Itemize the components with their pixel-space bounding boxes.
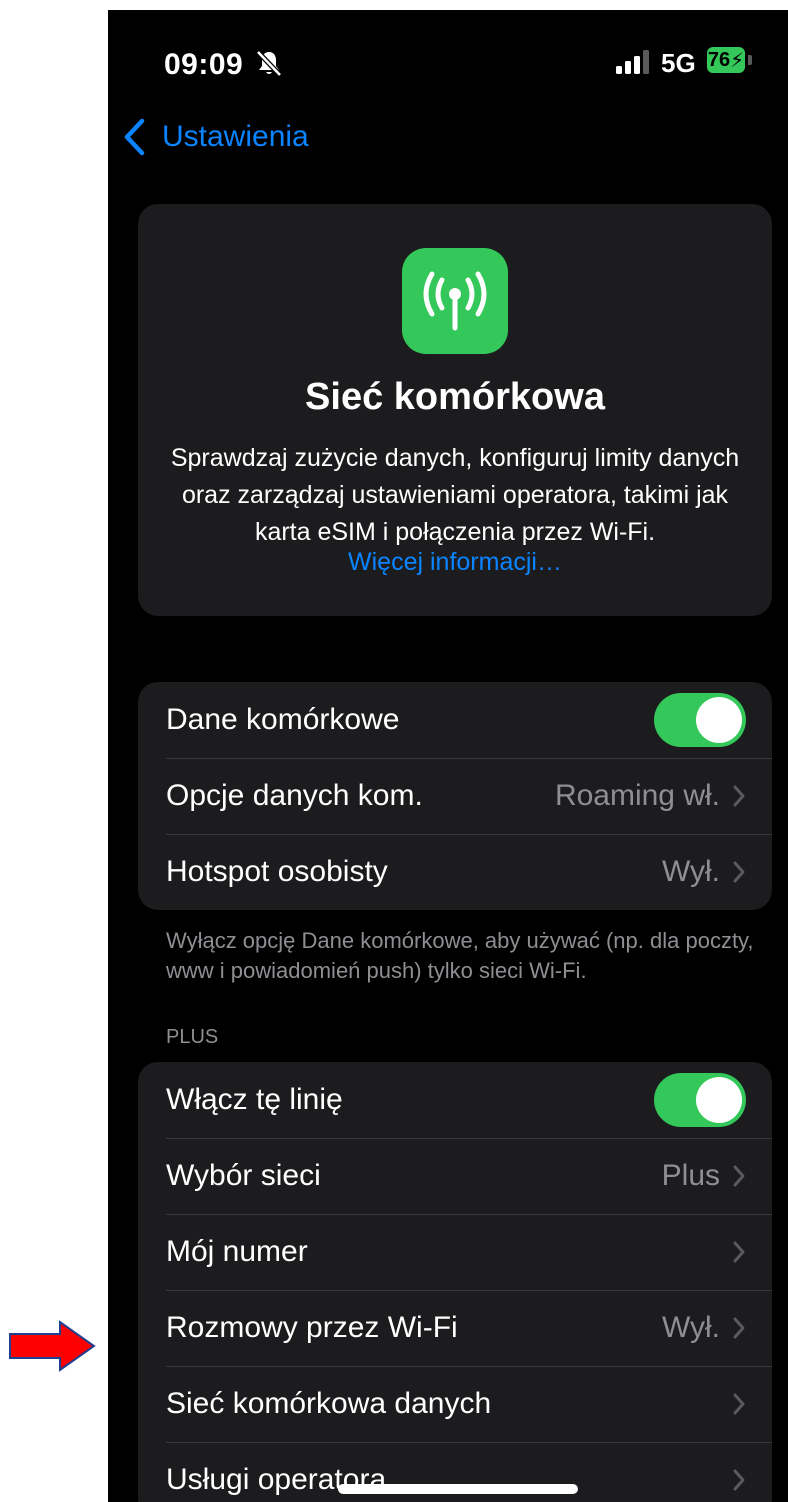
row-value: Roaming wł. [554,779,720,812]
cellular-data-group: Dane komórkowe Opcje danych kom. Roaming… [138,682,772,910]
row-value: Wył. [661,1311,720,1344]
battery-tip [748,55,752,65]
back-button[interactable]: Ustawienia [122,118,309,156]
row-cellular-data-network[interactable]: Sieć komórkowa danych [138,1366,772,1442]
row-label: Wybór sieci [166,1159,321,1192]
status-time: 09:09 [164,48,244,81]
red-arrow-icon [9,1320,96,1372]
toggle-knob [696,1077,742,1123]
row-network-selection[interactable]: Wybór sieci Plus [138,1138,772,1214]
page-title: Sieć komórkowa [305,376,605,418]
signal-bars-icon [616,50,649,74]
row-label: Dane komórkowe [166,703,400,736]
chevron-right-icon [733,1317,745,1339]
more-info-link[interactable]: Więcej informacji… [138,548,772,577]
battery-charging-icon: 76 ⚡ [707,47,745,73]
row-label: Hotspot osobisty [166,855,388,888]
row-label: Włącz tę linię [166,1083,343,1116]
bell-slash-icon [256,50,282,77]
chevron-right-icon [733,1241,745,1263]
row-label: Mój numer [166,1235,308,1268]
row-personal-hotspot[interactable]: Hotspot osobisty Wył. [138,834,772,910]
bolt-icon: ⚡ [730,49,745,72]
row-wifi-calling[interactable]: Rozmowy przez Wi-Fi Wył. [138,1290,772,1366]
chevron-right-icon [733,1165,745,1187]
back-label: Ustawienia [162,120,309,153]
chevron-right-icon [733,785,745,807]
toggle-knob [696,697,742,743]
row-label: Opcje danych kom. [166,779,423,812]
row-cellular-data: Dane komórkowe [138,682,772,758]
carrier-group: Włącz tę linię Wybór sieci Plus Mój nume… [138,1062,772,1502]
antenna-radiowaves-icon [402,248,508,354]
row-data-options[interactable]: Opcje danych kom. Roaming wł. [138,758,772,834]
enable-line-toggle[interactable] [654,1073,746,1127]
row-value: Wył. [661,855,720,888]
row-my-number[interactable]: Mój numer [138,1214,772,1290]
chevron-left-icon [124,118,145,156]
cellular-data-footnote: Wyłącz opcję Dane komórkowe, aby używać … [166,928,754,983]
chevron-right-icon [733,1393,745,1415]
battery-level: 76 [707,48,731,71]
network-type: 5G [661,48,696,78]
header-description: Sprawdzaj zużycie danych, konfiguruj lim… [170,444,740,546]
settings-screen: 09:09 5G 76 ⚡ Ustawienia Sieć komórkowa … [108,10,788,1502]
row-value: Plus [661,1159,720,1192]
row-label: Rozmowy przez Wi-Fi [166,1311,458,1344]
chevron-right-icon [733,1469,745,1491]
chevron-right-icon [733,861,745,883]
section-header-plus: PLUS [166,1026,219,1048]
home-indicator[interactable] [338,1484,578,1494]
cellular-data-toggle[interactable] [654,693,746,747]
row-enable-line: Włącz tę linię [138,1062,772,1138]
header-card: Sieć komórkowa Sprawdzaj zużycie danych,… [138,204,772,616]
row-label: Sieć komórkowa danych [166,1387,492,1420]
